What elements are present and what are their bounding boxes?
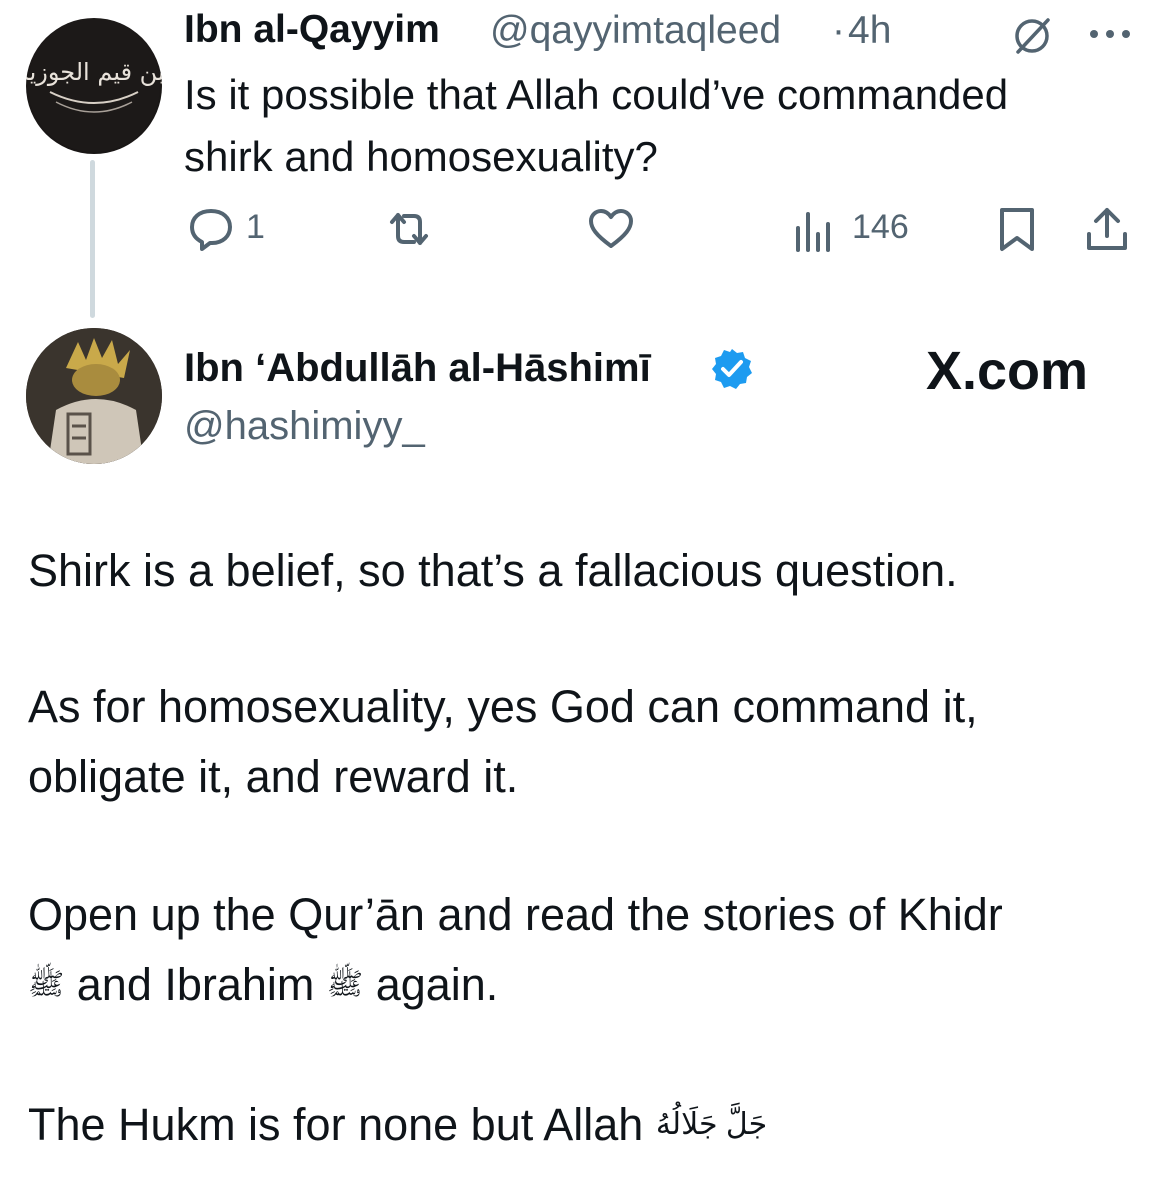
reply-to-author-name[interactable]: Ibn al-Qayyim (184, 8, 440, 52)
avatar-hashimiyy[interactable] (26, 328, 162, 464)
avatar-ibn-al-qayyim[interactable]: ابن قيم الجوزية (26, 18, 162, 154)
honorific-jalla: جَلَّ جَلَالُهُ (655, 1108, 768, 1141)
author-name[interactable]: Ibn ‘Abdullāh al-Hāshimī (184, 346, 651, 391)
more-icon[interactable] (1088, 28, 1132, 40)
verified-badge-icon[interactable] (710, 347, 754, 391)
share-icon[interactable] (1082, 204, 1132, 254)
tweet-paragraph-1: Shirk is a belief, so that’s a fallaciou… (28, 545, 958, 596)
like-icon[interactable] (586, 204, 636, 254)
reply-to-text-line1: Is it possible that Allah could’ve comma… (184, 71, 1009, 118)
honorific-saw-2: ﷺ (326, 968, 364, 1001)
tweet-paragraph-4-text: The Hukm is for none but Allah (28, 1099, 644, 1150)
bookmark-icon[interactable] (992, 204, 1042, 254)
x-com-watermark: X.com (926, 341, 1089, 401)
reply-count: 1 (246, 208, 265, 246)
reply-icon[interactable] (186, 204, 236, 254)
tweet-paragraph-3-line2: ﷺ and Ibrahim ﷺ again. (28, 950, 1148, 1020)
reply-to-text-line2: shirk and homosexuality? (184, 133, 658, 180)
tweet-paragraph-3-line2a: and Ibrahim (76, 959, 315, 1010)
tweet-paragraph-3-line1: Open up the Qur’ān and read the stories … (28, 889, 1003, 940)
grok-icon[interactable] (1012, 16, 1052, 56)
view-count: 146 (852, 208, 909, 246)
reply-to-text: Is it possible that Allah could’ve comma… (184, 64, 1124, 188)
tweet-paragraph-2: As for homosexuality, yes God can comman… (28, 672, 1148, 812)
author-handle[interactable]: @hashimiyy_ (184, 404, 425, 449)
separator-dot: · (832, 9, 845, 52)
reply-to-handle[interactable]: @qayyimtaqleed (490, 9, 781, 53)
reply-to-timestamp[interactable]: 4h (848, 9, 891, 53)
tweet-paragraph-4: The Hukm is for none but Allah جَلَّ جَل… (28, 1090, 1148, 1160)
avatar-calligraphy: ابن قيم الجوزية (26, 58, 162, 86)
honorific-saw-1: ﷺ (28, 968, 65, 1001)
thread-connector-line (90, 160, 95, 318)
tweet-paragraph-2-line1: As for homosexuality, yes God can comman… (28, 681, 978, 732)
tweet-paragraph-3-line2b: again. (375, 959, 499, 1010)
retweet-icon[interactable] (384, 204, 434, 254)
views-icon[interactable] (792, 206, 842, 256)
tweet-paragraph-3: Open up the Qur’ān and read the stories … (28, 880, 1148, 1020)
tweet-paragraph-2-line2: obligate it, and reward it. (28, 751, 519, 802)
